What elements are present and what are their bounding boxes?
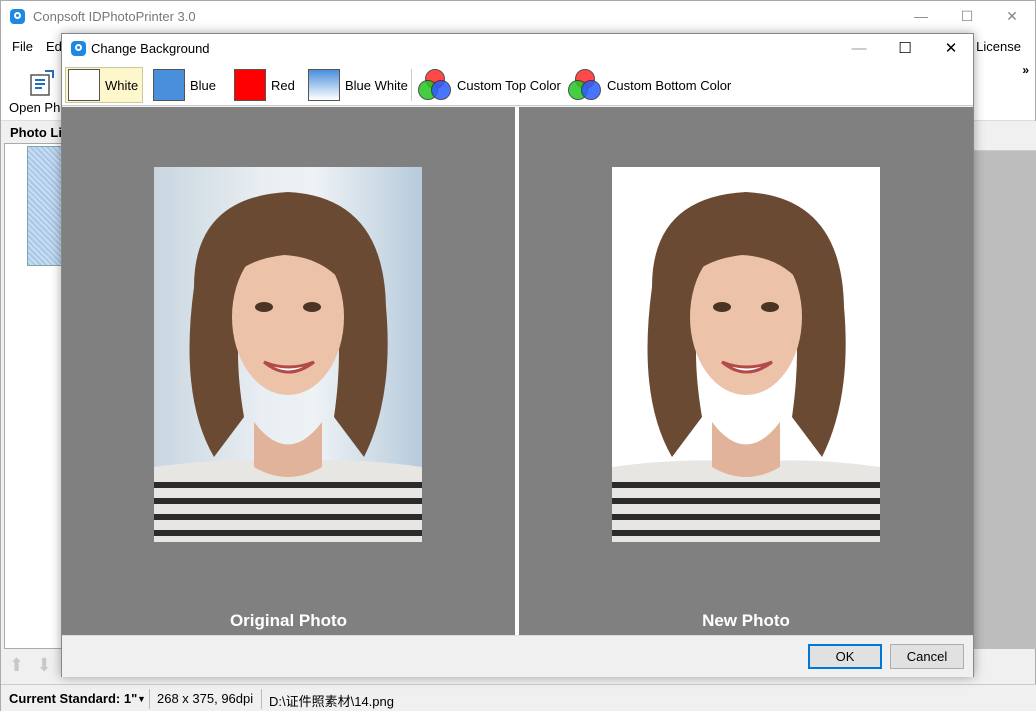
custom-top-color-button[interactable]: Custom Top Color	[418, 67, 561, 103]
red-swatch-icon	[234, 69, 266, 101]
dialog-title: Change Background	[91, 41, 210, 56]
menu-file[interactable]: File	[12, 39, 33, 54]
bg-red-label: Red	[271, 77, 295, 93]
status-separator	[261, 689, 262, 709]
custom-bottom-color-label: Custom Bottom Color	[607, 77, 732, 93]
original-photo	[154, 167, 422, 542]
bg-blue-white-label: Blue White	[345, 77, 408, 93]
toolbar-separator	[411, 69, 412, 101]
original-photo-panel: Original Photo	[62, 107, 515, 635]
background-toolbar: White Blue Red Blue White Custom Top Col…	[62, 64, 973, 106]
bg-white-button[interactable]: White	[65, 67, 144, 103]
photo-path-info: D:\证件照素材\14.png	[269, 694, 394, 709]
move-up-icon[interactable]: ⬆	[9, 655, 27, 675]
maximize-button[interactable]: ☐	[944, 1, 990, 32]
photo-list[interactable]	[4, 143, 67, 649]
custom-top-color-label: Custom Top Color	[457, 77, 561, 93]
cancel-button[interactable]: Cancel	[890, 644, 964, 669]
right-panel-header	[973, 121, 1036, 151]
close-button[interactable]: ✕	[989, 1, 1035, 32]
bg-red-button[interactable]: Red	[234, 67, 295, 103]
toolbar-overflow-icon[interactable]: »	[1022, 63, 1029, 77]
photo-list-label: Photo Li	[10, 125, 62, 140]
original-photo-caption: Original Photo	[229, 611, 348, 630]
new-photo	[612, 167, 880, 542]
current-standard-dropdown[interactable]: Current Standard: 1"	[9, 691, 137, 706]
chevron-down-icon[interactable]: ▼	[137, 694, 146, 704]
white-swatch-icon	[68, 69, 100, 101]
bg-blue-button[interactable]: Blue	[153, 67, 216, 103]
open-photo-button[interactable]: Open Pho	[9, 100, 68, 115]
status-separator	[149, 689, 150, 709]
app-logo-icon	[71, 41, 86, 56]
open-photo-icon[interactable]	[29, 69, 55, 97]
dialog-maximize-button[interactable]: ☐	[882, 34, 928, 64]
ok-button[interactable]: OK	[808, 644, 882, 669]
bg-blue-label: Blue	[190, 77, 217, 93]
bg-white-label: White	[105, 77, 139, 93]
new-photo-panel: New Photo	[519, 107, 973, 635]
change-background-dialog: Change Background — ☐ ✕ White Blue Red B…	[61, 33, 974, 677]
rgb-circles-icon	[568, 69, 602, 101]
dialog-minimize-button[interactable]: —	[836, 34, 882, 64]
new-photo-caption: New Photo	[702, 611, 790, 630]
bg-blue-white-button[interactable]: Blue White	[308, 67, 408, 103]
blue-white-swatch-icon	[308, 69, 340, 101]
move-down-icon[interactable]: ⬇	[37, 655, 55, 675]
list-nav: ⬆ ⬇	[9, 655, 61, 675]
dialog-close-button[interactable]: ✕	[928, 34, 974, 64]
app-logo-icon	[10, 9, 25, 24]
dialog-title-bar: Change Background — ☐ ✕	[62, 34, 973, 64]
menu-edit[interactable]: Ed	[46, 39, 62, 54]
workspace-area	[973, 151, 1036, 649]
rgb-circles-icon	[418, 69, 452, 101]
dialog-footer: OK Cancel	[62, 635, 973, 677]
custom-bottom-color-button[interactable]: Custom Bottom Color	[568, 67, 731, 103]
blue-swatch-icon	[153, 69, 185, 101]
status-bar: Current Standard: 1" ▼ 268 x 375, 96dpi …	[1, 684, 1036, 711]
main-title: Conpsoft IDPhotoPrinter 3.0	[33, 9, 196, 24]
minimize-button[interactable]: —	[898, 1, 944, 32]
photo-size-info: 268 x 375, 96dpi	[157, 691, 254, 706]
main-title-bar: Conpsoft IDPhotoPrinter 3.0 — ☐ ✕	[1, 1, 1035, 32]
